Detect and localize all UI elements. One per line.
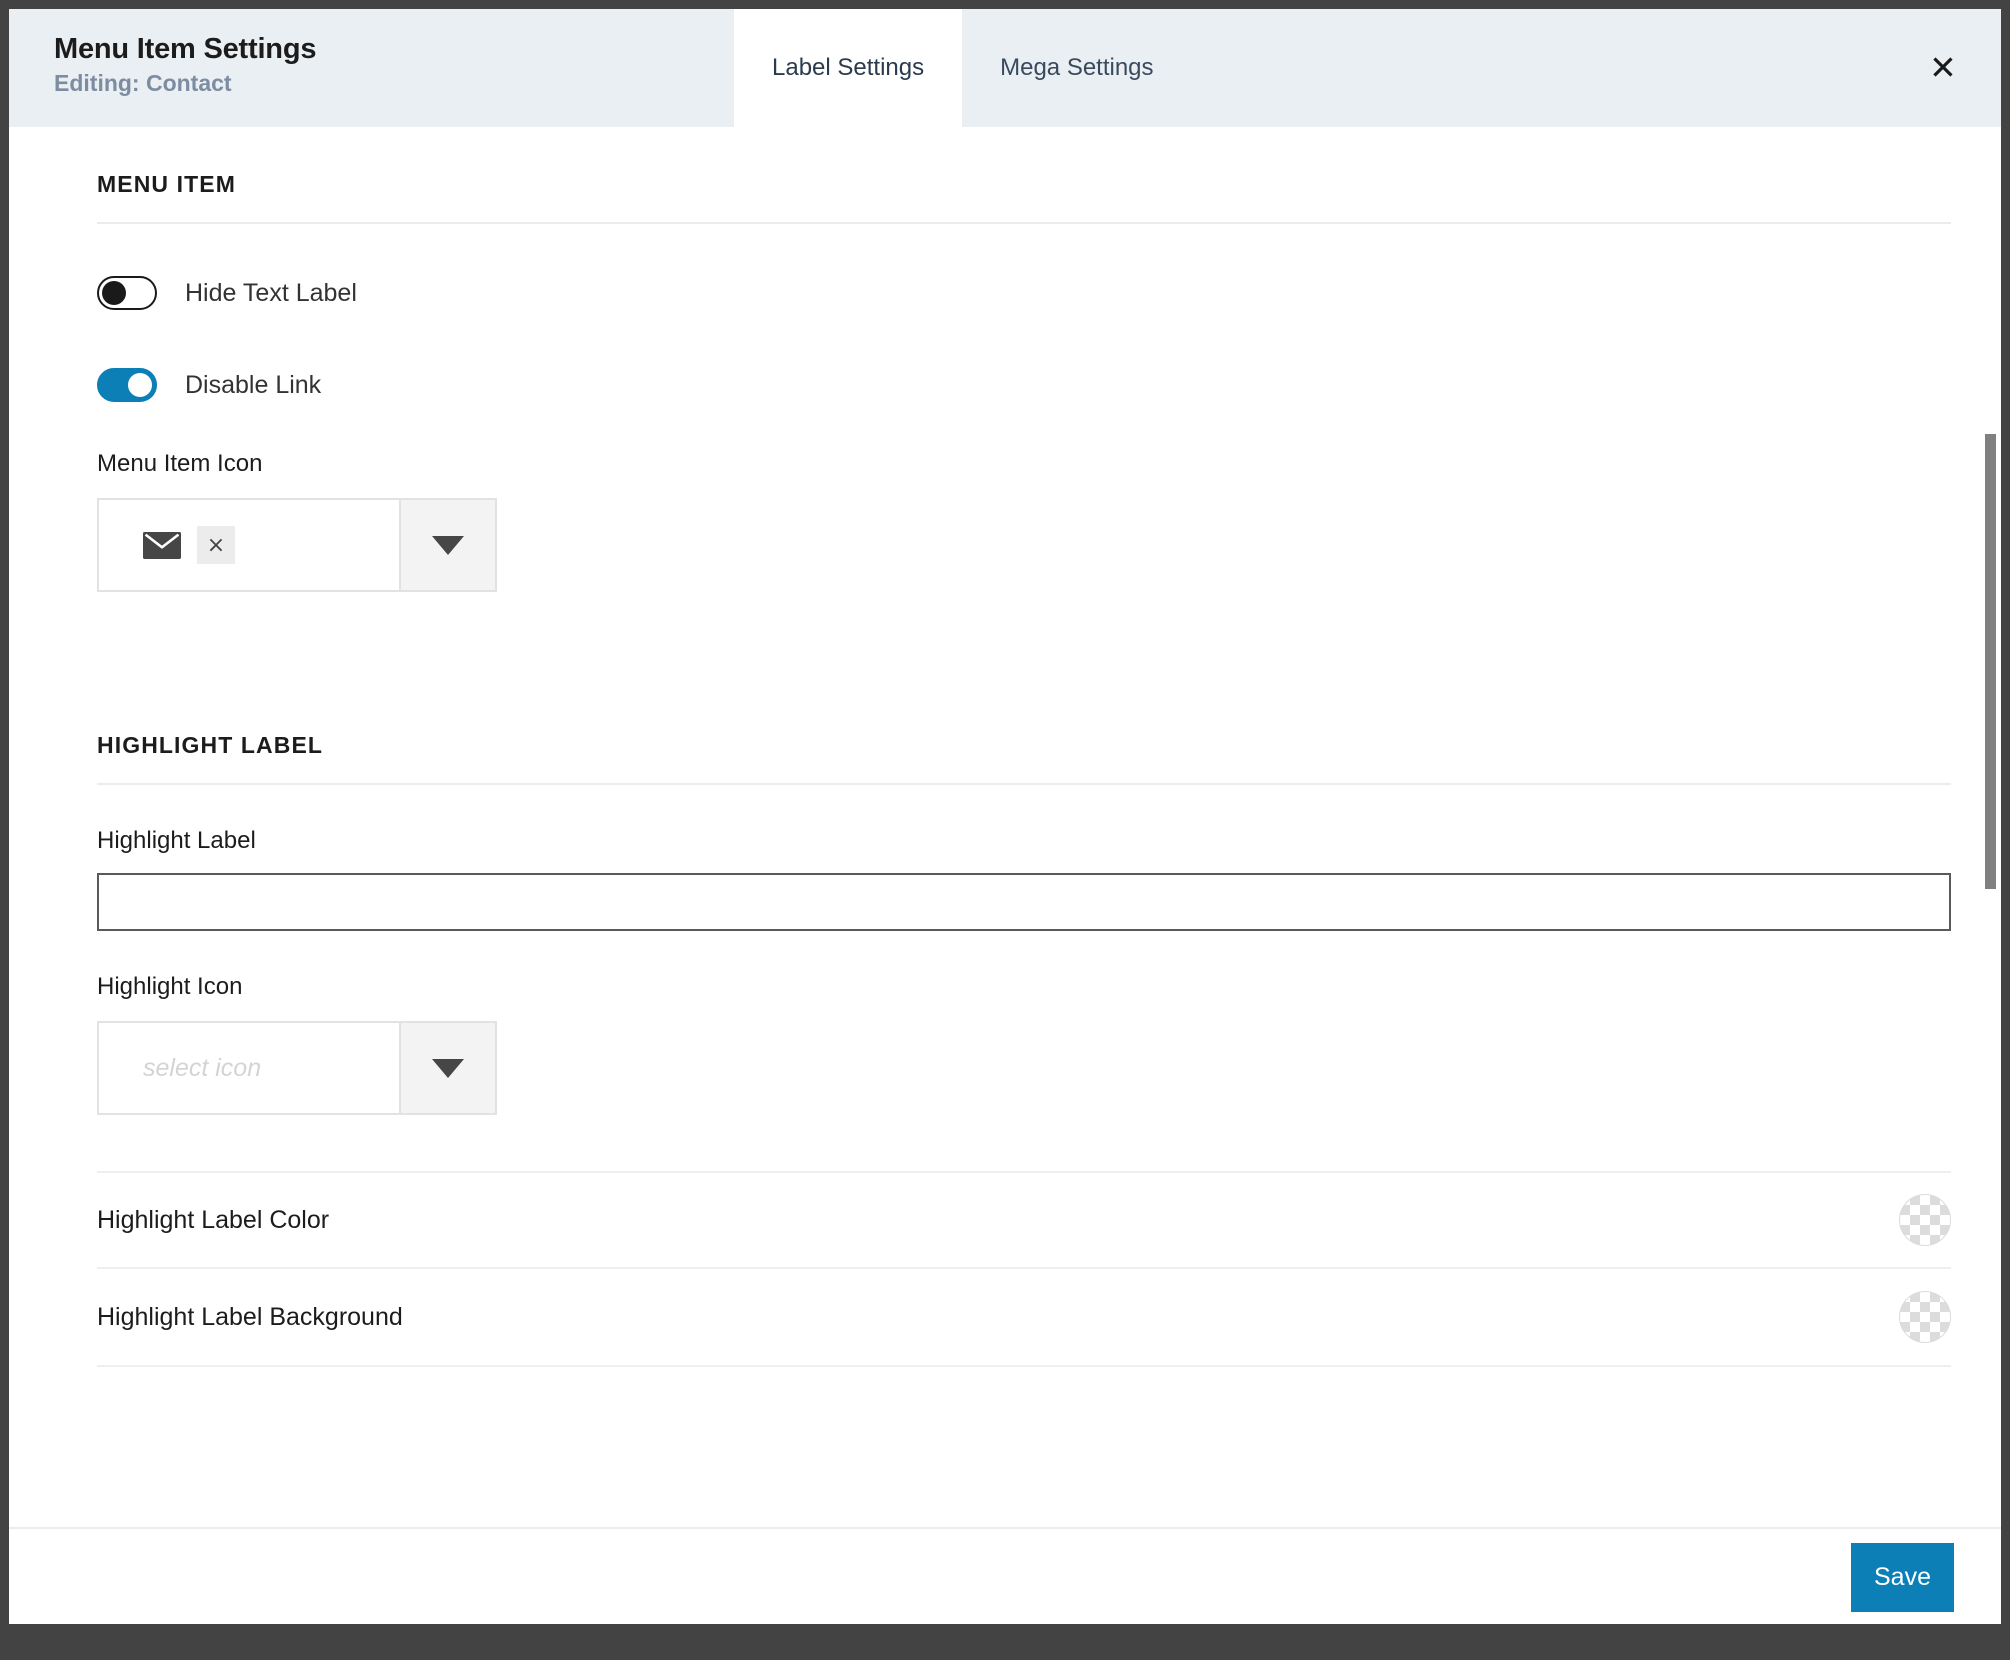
highlight-label-background-swatch[interactable] [1899,1291,1951,1343]
tab-bar: Label Settings Mega Settings [734,9,1192,127]
header-titles: Menu Item Settings Editing: Contact [9,9,734,127]
highlight-label-background-row: Highlight Label Background [97,1269,1951,1367]
menu-item-settings-modal: Menu Item Settings Editing: Contact Labe… [9,9,2001,1624]
highlight-label-color-swatch[interactable] [1899,1194,1951,1246]
clear-icon-button[interactable]: × [197,526,235,564]
modal-body: MENU ITEM Hide Text Label Disable Link M… [9,127,2001,1527]
envelope-icon [143,531,181,559]
disable-link-toggle[interactable] [97,368,157,402]
hide-text-label-toggle[interactable] [97,276,157,310]
highlight-label-background-label: Highlight Label Background [97,1302,403,1331]
close-icon[interactable]: ✕ [1921,45,1965,89]
section-heading-highlight-label: HIGHLIGHT LABEL [97,732,324,758]
modal-header: Menu Item Settings Editing: Contact Labe… [9,9,2001,127]
menu-item-icon-field[interactable]: × [99,500,399,590]
hide-text-label-row: Hide Text Label [97,270,1951,316]
highlight-icon-label: Highlight Icon [97,973,243,1000]
section-divider [97,783,1951,785]
highlight-icon-placeholder: select icon [143,1053,262,1082]
menu-item-icon-picker: × [97,498,497,592]
highlight-icon-dropdown-button[interactable] [399,1023,495,1113]
tab-mega-settings[interactable]: Mega Settings [962,9,1192,127]
tab-label-settings[interactable]: Label Settings [734,9,963,127]
modal-scrollbar-thumb[interactable] [1985,434,1996,889]
background-partial-title: Menu Item Settings [881,1636,1129,1660]
hide-text-label-text: Hide Text Label [185,278,357,307]
page-title: Menu Item Settings [54,33,317,65]
menu-item-icon-dropdown-button[interactable] [399,500,495,590]
section-divider [97,222,1951,224]
highlight-label-color-row: Highlight Label Color [97,1171,1951,1269]
highlight-label-input[interactable] [97,873,1951,931]
highlight-label-label: Highlight Label [97,827,256,854]
menu-item-icon-label: Menu Item Icon [97,450,263,477]
save-button[interactable]: Save [1851,1543,1954,1612]
highlight-label-color-label: Highlight Label Color [97,1205,330,1234]
highlight-icon-picker: select icon [97,1021,497,1115]
toggle-knob [102,281,126,305]
chevron-down-icon [432,1058,464,1078]
toggle-knob [128,373,152,397]
modal-footer: Save [9,1527,2001,1624]
highlight-icon-field[interactable]: select icon [99,1023,399,1113]
chevron-down-icon [432,535,464,555]
disable-link-row: Disable Link [97,362,1951,408]
editing-subtitle: Editing: Contact [54,70,232,97]
disable-link-text: Disable Link [185,370,322,399]
modal-scrollbar-track[interactable] [1981,127,2001,1527]
section-heading-menu-item: MENU ITEM [97,171,236,197]
